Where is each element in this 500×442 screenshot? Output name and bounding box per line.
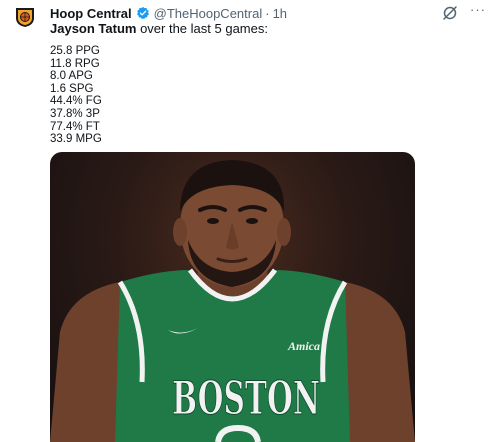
verified-badge-icon	[136, 6, 149, 20]
player-illustration: Amica BOSTON	[50, 160, 415, 442]
stat-line: 77.4% FT	[50, 120, 100, 133]
tweet-intro: Jayson Tatum over the last 5 games:	[50, 21, 268, 36]
avatar[interactable]	[14, 6, 36, 28]
stat-line: 25.8 PPG	[50, 45, 100, 57]
stats-list: 25.8 PPG 11.8 RPG 8.0 APG 1.6 SPG 44.4% …	[50, 45, 102, 146]
stat-line: 33.9 MPG	[50, 133, 102, 146]
more-options-icon[interactable]: ···	[468, 3, 488, 20]
tweet-photo[interactable]: Amica BOSTON	[50, 152, 415, 442]
stat-line: 1.6 SPG	[50, 82, 94, 95]
author-name[interactable]: Hoop Central	[50, 6, 132, 21]
separator-dot: ·	[265, 5, 270, 21]
intro-text: over the last 5 games:	[136, 21, 268, 36]
author-handle[interactable]: @TheHoopCentral	[154, 6, 263, 21]
timestamp[interactable]: 1h	[273, 6, 287, 21]
player-name: Jayson Tatum	[50, 21, 137, 36]
stat-line: 8.0 APG	[50, 70, 93, 83]
stat-line: 44.4% FG	[50, 95, 102, 108]
stat-line: 11.8 RPG	[50, 57, 100, 70]
sponsor-label: Amica	[287, 339, 320, 353]
tweet-header: Hoop Central @TheHoopCentral · 1h	[50, 4, 460, 22]
jersey-lettering: BOSTON	[172, 371, 320, 425]
stat-line: 37.8% 3P	[50, 107, 100, 120]
grok-icon[interactable]	[442, 5, 458, 21]
